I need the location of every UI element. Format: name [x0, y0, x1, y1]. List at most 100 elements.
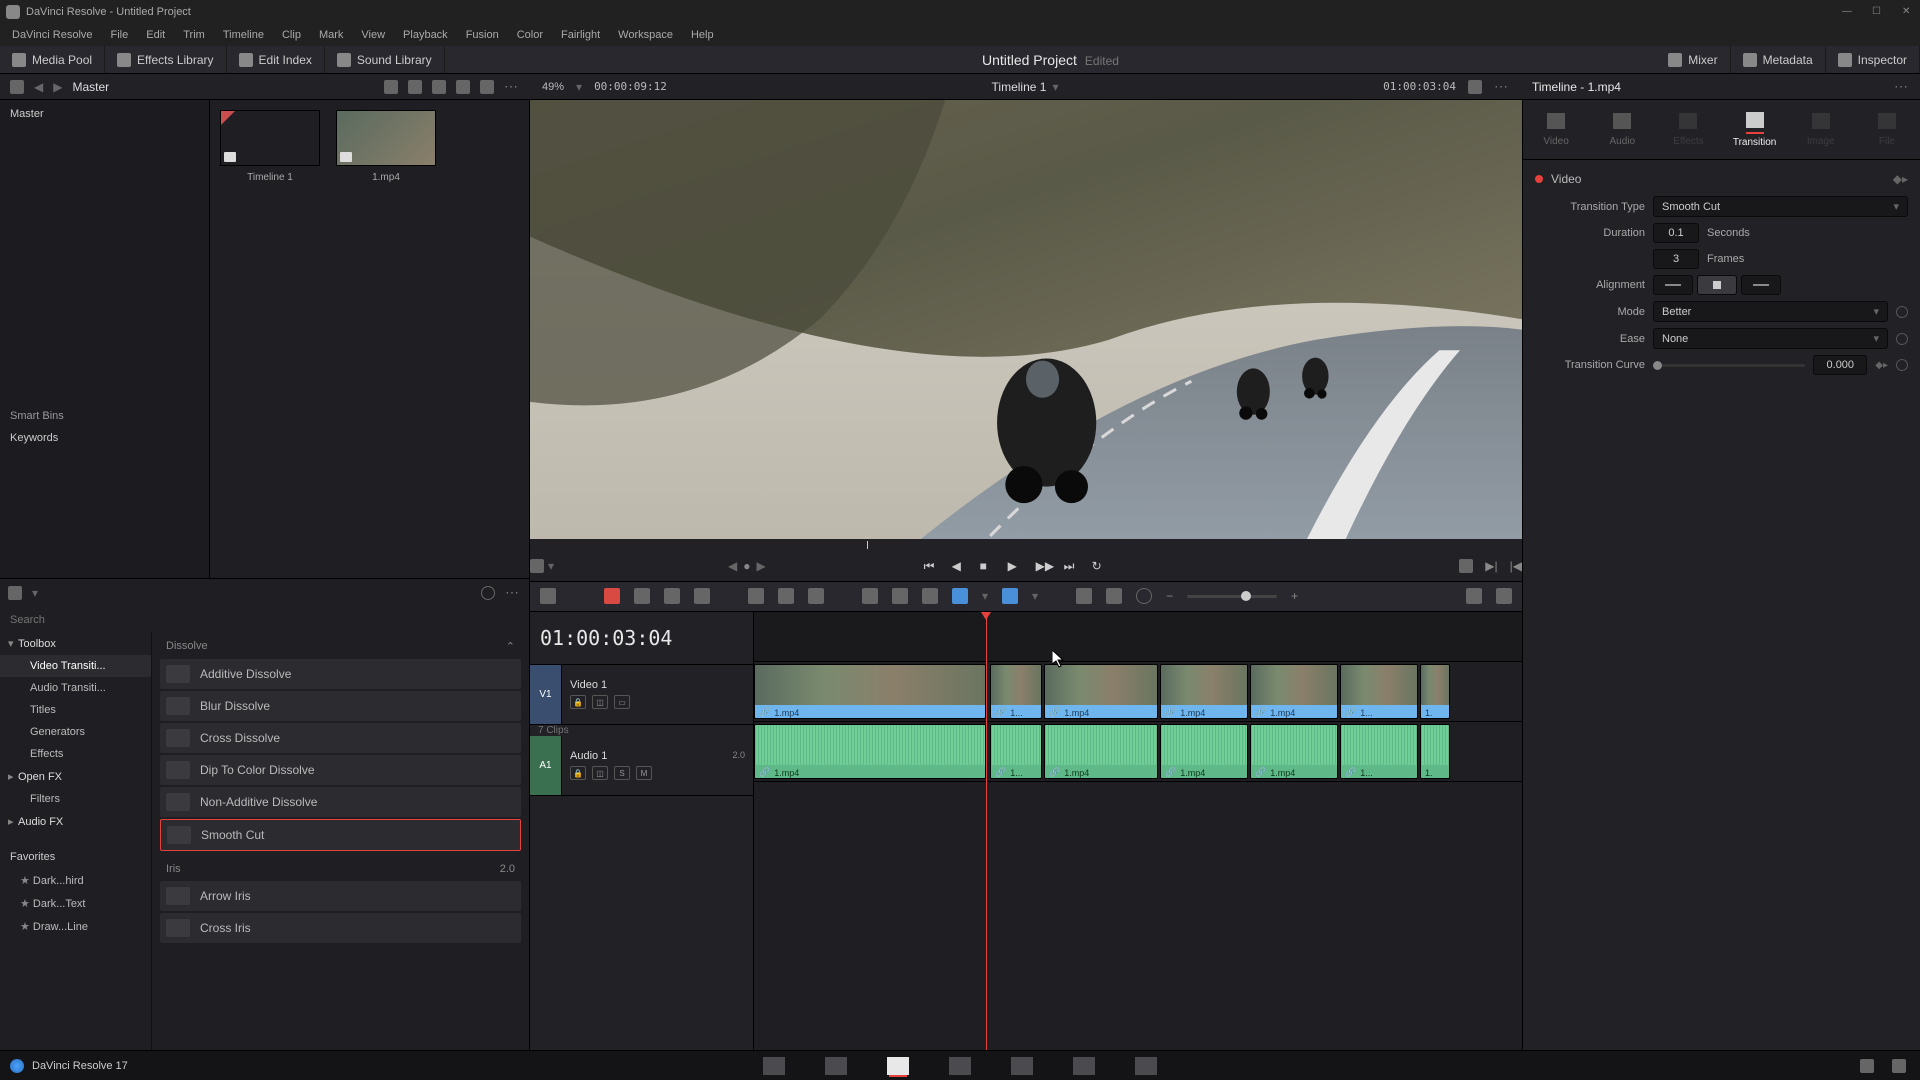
- align-start-button[interactable]: [1653, 275, 1693, 295]
- menu-help[interactable]: Help: [683, 29, 722, 41]
- inspector-more-icon[interactable]: ⋯: [1894, 78, 1910, 95]
- menu-workspace[interactable]: Workspace: [610, 29, 681, 41]
- fx-tree-audiofx[interactable]: ▸Audio FX: [0, 810, 151, 833]
- a1-tag[interactable]: A1: [530, 736, 562, 795]
- fx-search-icon[interactable]: [481, 586, 495, 600]
- video-clip-6[interactable]: 🔗1...: [1340, 664, 1418, 719]
- last-frame-button[interactable]: ⏭: [1064, 559, 1078, 573]
- fx-tree-video-transitions[interactable]: Video Transiti...: [0, 655, 151, 677]
- fx-additive-dissolve[interactable]: Additive Dissolve: [160, 659, 521, 689]
- media-pool-toggle[interactable]: Media Pool: [0, 46, 105, 73]
- page-edit[interactable]: [887, 1057, 909, 1075]
- first-frame-button[interactable]: ⏮: [924, 559, 938, 573]
- overwrite-tool[interactable]: [778, 588, 794, 604]
- viewer-more-icon[interactable]: ⋯: [1494, 78, 1510, 95]
- replace-tool[interactable]: [808, 588, 824, 604]
- viewer-mode-icon[interactable]: [530, 559, 544, 573]
- home-icon[interactable]: [1860, 1059, 1874, 1073]
- menu-fusion[interactable]: Fusion: [458, 29, 507, 41]
- page-media[interactable]: [763, 1057, 785, 1075]
- reset-ease-icon[interactable]: [1896, 333, 1908, 345]
- view-mode-2-icon[interactable]: [408, 80, 422, 94]
- mixer-toggle[interactable]: Mixer: [1656, 46, 1730, 73]
- loop-button[interactable]: ↻: [1092, 559, 1106, 573]
- solo-icon[interactable]: S: [614, 766, 630, 780]
- menu-file[interactable]: File: [103, 29, 137, 41]
- edit-index-toggle[interactable]: Edit Index: [227, 46, 325, 73]
- menu-mark[interactable]: Mark: [311, 29, 351, 41]
- menu-trim[interactable]: Trim: [175, 29, 213, 41]
- fx-cross-dissolve[interactable]: Cross Dissolve: [160, 723, 521, 753]
- audio-clip-6[interactable]: 🔗1...: [1340, 724, 1418, 779]
- selection-tool[interactable]: [604, 588, 620, 604]
- menu-timeline[interactable]: Timeline: [215, 29, 272, 41]
- timeline-tracks[interactable]: 🔗1.mp4 🔗1... 🔗1.mp4 🔗1.mp4 🔗1.mp4 🔗1... …: [754, 612, 1522, 1051]
- video-clip-3[interactable]: 🔗1.mp4: [1044, 664, 1158, 719]
- page-fusion[interactable]: [949, 1057, 971, 1075]
- inspector-toggle[interactable]: Inspector: [1826, 46, 1920, 73]
- thumb-timeline[interactable]: Timeline 1: [220, 110, 320, 183]
- insert-tool[interactable]: [748, 588, 764, 604]
- audio-clip-7[interactable]: 1.: [1420, 724, 1450, 779]
- reset-mode-icon[interactable]: [1896, 306, 1908, 318]
- fx-arrow-iris[interactable]: Arrow Iris: [160, 881, 521, 911]
- more-options-icon[interactable]: ⋯: [504, 78, 520, 95]
- audio-clip-1[interactable]: 🔗1.mp4: [754, 724, 986, 779]
- transition-curve-value[interactable]: 0.000: [1813, 355, 1867, 375]
- fx-tree-filters[interactable]: Filters: [0, 788, 151, 810]
- program-viewer[interactable]: [530, 100, 1522, 539]
- video-clip-4[interactable]: 🔗1.mp4: [1160, 664, 1248, 719]
- play-button[interactable]: ▶: [1008, 559, 1022, 573]
- fx-more-icon[interactable]: ⋯: [505, 584, 521, 601]
- tree-keywords[interactable]: Keywords: [0, 428, 209, 448]
- fav-item-1[interactable]: ★ Dark...Text: [0, 892, 151, 915]
- blade-tool[interactable]: [694, 588, 710, 604]
- zoom-to-fit-icon[interactable]: [1076, 588, 1092, 604]
- fx-tree-generators[interactable]: Generators: [0, 721, 151, 743]
- next-frame-button[interactable]: ▶▶: [1036, 559, 1050, 573]
- audio-clip-3[interactable]: 🔗1.mp4: [1044, 724, 1158, 779]
- align-center-button[interactable]: [1697, 275, 1737, 295]
- menu-edit[interactable]: Edit: [138, 29, 173, 41]
- inspector-tab-image[interactable]: Image: [1788, 100, 1854, 159]
- menu-clip[interactable]: Clip: [274, 29, 309, 41]
- dynamic-trim-tool[interactable]: [664, 588, 680, 604]
- viewer-opt-icon[interactable]: [1468, 80, 1482, 94]
- volume-icon[interactable]: [1466, 588, 1482, 604]
- fx-non-additive[interactable]: Non-Additive Dissolve: [160, 787, 521, 817]
- menu-fairlight[interactable]: Fairlight: [553, 29, 608, 41]
- bin-view-icon[interactable]: [10, 80, 24, 94]
- thumb-clip[interactable]: 1.mp4: [336, 110, 436, 183]
- fx-tree-effects[interactable]: Effects: [0, 743, 151, 765]
- prev-frame-button[interactable]: ◀: [952, 559, 966, 573]
- fav-item-2[interactable]: ★ Draw...Line: [0, 915, 151, 938]
- settings-icon[interactable]: [1892, 1059, 1906, 1073]
- transition-curve-slider[interactable]: [1653, 364, 1805, 367]
- fx-cat-dissolve[interactable]: Dissolve⌃: [160, 636, 521, 657]
- fx-panel-icon[interactable]: [8, 586, 22, 600]
- audio-clip-2[interactable]: 🔗1...: [990, 724, 1042, 779]
- sound-library-toggle[interactable]: Sound Library: [325, 46, 445, 73]
- audio-clip-5[interactable]: 🔗1.mp4: [1250, 724, 1338, 779]
- timeline-ruler[interactable]: [754, 612, 1522, 662]
- lock-icon[interactable]: [922, 588, 938, 604]
- viewer-zoom[interactable]: 49%: [542, 81, 564, 93]
- zoom-slider[interactable]: [1187, 595, 1277, 598]
- lock-audio-icon[interactable]: 🔒: [570, 766, 586, 780]
- inspector-tab-transition[interactable]: Transition: [1722, 100, 1788, 159]
- match-frame-icon[interactable]: [1459, 559, 1473, 573]
- fx-tree-toolbox[interactable]: ▾Toolbox: [0, 632, 151, 655]
- duration-seconds-input[interactable]: 0.1: [1653, 223, 1699, 243]
- menu-color[interactable]: Color: [509, 29, 551, 41]
- fx-blur-dissolve[interactable]: Blur Dissolve: [160, 691, 521, 721]
- video-clip-5[interactable]: 🔗1.mp4: [1250, 664, 1338, 719]
- link-icon[interactable]: [892, 588, 908, 604]
- fx-tree-openfx[interactable]: ▸Open FX: [0, 765, 151, 788]
- sort-icon[interactable]: [480, 80, 494, 94]
- menu-davinci[interactable]: DaVinci Resolve: [4, 29, 101, 41]
- page-color[interactable]: [1011, 1057, 1033, 1075]
- view-mode-1-icon[interactable]: [384, 80, 398, 94]
- timeline-name[interactable]: Timeline 1: [992, 80, 1047, 94]
- flag-icon[interactable]: [952, 588, 968, 604]
- playhead[interactable]: [986, 612, 987, 1051]
